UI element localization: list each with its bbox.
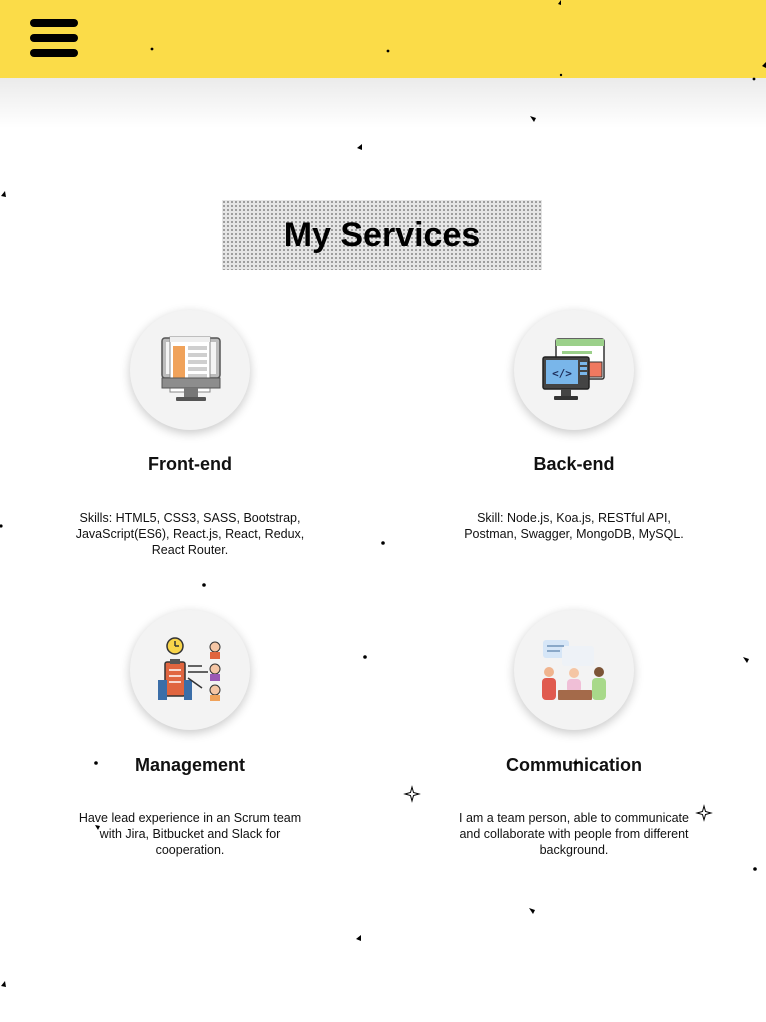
page: My Services Front-end Skills: HTML5, CSS… [0, 0, 766, 1022]
particle-background [0, 0, 766, 987]
